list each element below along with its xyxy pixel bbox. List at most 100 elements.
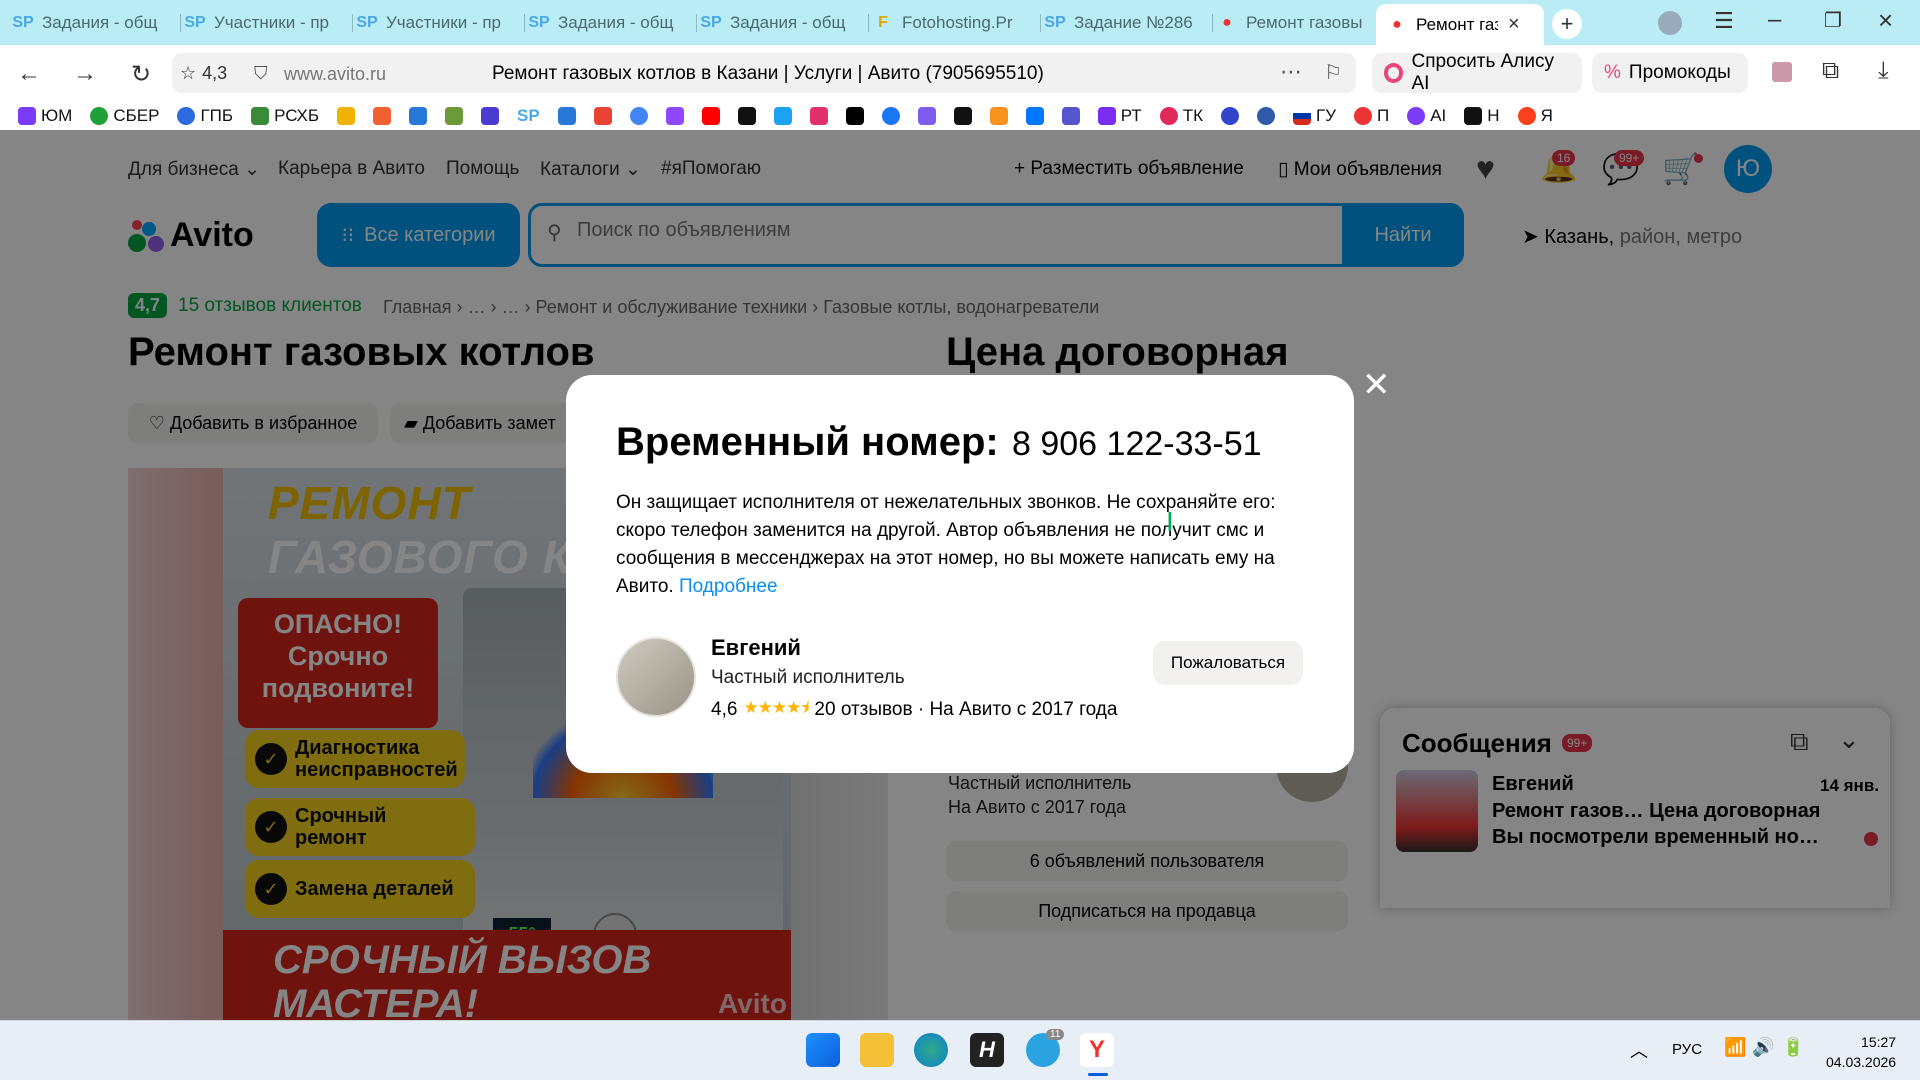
bookmark-item[interactable]: Я — [1517, 106, 1553, 126]
language-indicator[interactable]: РУС — [1672, 1041, 1702, 1058]
tab[interactable]: SP Задания - общ — [700, 8, 858, 38]
bookmark-icon[interactable] — [953, 107, 972, 125]
forward-icon[interactable]: → — [68, 57, 102, 91]
ok-icon[interactable] — [989, 107, 1008, 125]
sp-icon: SP — [1044, 14, 1066, 31]
bookmark-icon[interactable] — [409, 107, 428, 125]
promo-button[interactable]: % Промокоды — [1592, 53, 1748, 93]
bookmark-item[interactable]: ГУ — [1292, 106, 1336, 126]
rating-stars-icon: ★★★★⯨ — [743, 698, 809, 717]
bookmark-item[interactable]: РТ — [1097, 106, 1142, 126]
bookmark-icon[interactable] — [1220, 107, 1239, 125]
tab[interactable]: SP Задания - общ — [12, 8, 170, 38]
dialog-description: Он защищает исполнителя от нежелательных… — [616, 492, 1276, 597]
telegram-badge: 11 — [1046, 1029, 1065, 1040]
more-icon[interactable]: ⋯ — [1280, 59, 1302, 85]
bookmark-item[interactable]: ЮМ — [18, 106, 72, 126]
battery-icon[interactable]: 🔋 — [1782, 1037, 1804, 1058]
bookmark-item[interactable]: РСХБ — [251, 106, 319, 126]
twitch-icon[interactable] — [665, 107, 684, 125]
windows-start-icon[interactable] — [806, 1033, 840, 1067]
tab[interactable]: SP Задания - общ — [528, 8, 686, 38]
volume-icon[interactable]: 🔊 — [1752, 1037, 1774, 1058]
chevron-up-icon[interactable]: ︿ — [1630, 1037, 1648, 1063]
tiktok-icon[interactable] — [845, 107, 864, 125]
url-text[interactable]: www.avito.ru — [284, 64, 386, 85]
alice-button[interactable]: Спросить Алису AI — [1372, 51, 1582, 94]
tab[interactable]: SP Участники - пр — [184, 8, 342, 38]
restore-icon[interactable]: ❐ — [1824, 8, 1842, 33]
complain-button[interactable]: Пожаловаться — [1153, 641, 1303, 685]
shield-icon[interactable]: ⛉ — [254, 63, 268, 84]
bookmark-item[interactable]: ТК — [1159, 106, 1203, 126]
seller-avatar[interactable] — [616, 637, 696, 717]
bookmark-item[interactable]: SP — [517, 106, 540, 126]
close-dialog-icon[interactable]: ✕ — [1362, 368, 1391, 402]
shield-bookmark-icon[interactable] — [481, 107, 500, 125]
bookmark-item[interactable]: ГПБ — [177, 106, 233, 126]
youtube-icon[interactable] — [701, 107, 720, 125]
more-info-link[interactable]: Подробнее — [679, 576, 778, 597]
wifi-icon[interactable]: 📶 — [1724, 1037, 1746, 1058]
menu-icon[interactable]: ☰ — [1714, 8, 1734, 34]
page-title-in-bar: Ремонт газовых котлов в Казани | Услуги … — [492, 63, 1044, 84]
fotohosting-icon[interactable] — [337, 107, 356, 125]
sp-icon: SP — [528, 14, 550, 31]
address-bar-row: ← → ↻ ☆ 4,3 ⛉ www.avito.ru Ремонт газовых… — [0, 45, 1920, 102]
tab[interactable]: SP Участники - пр — [356, 8, 514, 38]
temporary-phone-number[interactable]: 8 906 122-33-51 — [1012, 425, 1262, 464]
sp-icon: SP — [700, 14, 722, 31]
seller-name[interactable]: Евгений — [711, 635, 801, 661]
tab[interactable]: F Fotohosting.Pr — [872, 8, 1030, 38]
vk-icon[interactable] — [1025, 107, 1044, 125]
bookmark-icon[interactable] — [1256, 107, 1275, 125]
bookmark-item[interactable]: П — [1354, 106, 1389, 126]
back-icon[interactable]: ← — [12, 57, 46, 91]
minimize-icon[interactable]: – — [1768, 6, 1781, 34]
star-icon: ☆ — [180, 63, 197, 83]
gpb-icon — [177, 107, 196, 125]
yandex-browser-icon[interactable]: Y — [1080, 1033, 1114, 1067]
modal-backdrop — [1380, 708, 1890, 908]
bookmark-icon[interactable] — [773, 107, 792, 125]
clock[interactable]: 15:27 04.03.2026 — [1826, 1032, 1896, 1072]
reload-icon[interactable]: ↻ — [124, 57, 158, 91]
bookmark-item[interactable]: AI — [1407, 106, 1446, 126]
address-bar[interactable]: ☆ 4,3 ⛉ www.avito.ru Ремонт газовых котло… — [172, 53, 1356, 93]
site-rating[interactable]: ☆ 4,3 — [180, 63, 227, 84]
bookmark-item[interactable]: Н — [1464, 106, 1500, 126]
bookmark-icon[interactable] — [1061, 107, 1080, 125]
tab[interactable]: SP Задание №286 — [1044, 8, 1202, 38]
h-app-icon[interactable]: H — [970, 1033, 1004, 1067]
extension-image-icon[interactable] — [1772, 62, 1792, 82]
new-tab-button[interactable]: + — [1552, 9, 1582, 39]
google-icon[interactable] — [629, 107, 648, 125]
bookmark-icon[interactable] — [917, 107, 936, 125]
rutube-icon[interactable] — [737, 107, 756, 125]
edge-icon[interactable] — [914, 1033, 948, 1067]
download-icon[interactable]: ⤓ — [1878, 57, 1889, 85]
seller-type: Частный исполнитель — [711, 667, 905, 688]
close-window-icon[interactable]: × — [1878, 5, 1893, 36]
mail-icon[interactable] — [557, 107, 576, 125]
bookmark-icon[interactable] — [445, 107, 464, 125]
fotohosting-icon: F — [878, 14, 888, 31]
bookmark-icon[interactable]: ⚐ — [1324, 60, 1342, 85]
facebook-icon[interactable] — [881, 107, 900, 125]
puzzle-icon[interactable]: ⧉ — [1822, 57, 1839, 85]
bookmark-icon[interactable] — [373, 107, 392, 125]
tab[interactable]: ● Ремонт газовы — [1216, 8, 1374, 38]
bookmark-item[interactable]: СБЕР — [90, 106, 159, 126]
profile-icon[interactable] — [1658, 11, 1682, 35]
ai-icon — [1407, 107, 1426, 125]
yandex-icon — [1517, 107, 1536, 125]
file-explorer-icon[interactable] — [860, 1033, 894, 1067]
rshb-icon — [251, 107, 270, 125]
instagram-icon[interactable] — [809, 107, 828, 125]
seller-rating[interactable]: 4,6 ★★★★⯨ 20 отзывов · На Авито с 2017 год… — [711, 695, 1117, 724]
bookmarks-bar: ЮМ СБЕР ГПБ РСХБ SP РТ ТК ГУ П AI Н Я — [0, 102, 1920, 130]
close-tab-icon[interactable]: × — [1508, 13, 1520, 36]
gmail-icon[interactable] — [593, 107, 612, 125]
tab-active[interactable]: ●Ремонт газо× — [1376, 4, 1544, 45]
dialog-title: Временный номер: — [616, 420, 999, 464]
